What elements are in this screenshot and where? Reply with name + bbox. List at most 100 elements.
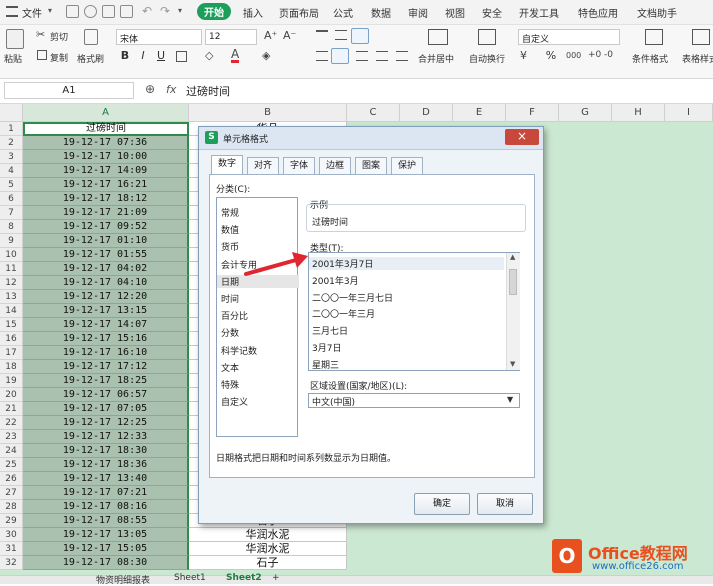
align-bottom-button[interactable] xyxy=(351,28,369,44)
cell-a[interactable]: 19-12-17 10:00 xyxy=(23,150,189,164)
format-painter-icon[interactable] xyxy=(84,29,98,45)
category-item[interactable]: 时间 xyxy=(221,292,239,305)
zoom-icon[interactable]: ⊕ xyxy=(145,82,155,96)
wrap-text-label[interactable]: 自动换行 xyxy=(469,52,505,65)
align-center-button[interactable] xyxy=(331,48,349,64)
row-header[interactable]: 7 xyxy=(0,206,23,220)
paste-label[interactable]: 粘贴 xyxy=(4,52,22,65)
row-header[interactable]: 10 xyxy=(0,248,23,262)
italic-button[interactable]: I xyxy=(136,49,150,63)
chevron-down-icon[interactable]: ▼ xyxy=(507,395,513,404)
type-item[interactable]: 星期三 xyxy=(312,358,339,371)
fill-color-icon[interactable]: ◇ xyxy=(205,49,213,62)
cell-b[interactable]: 华润水泥 xyxy=(189,528,347,542)
undo-history-icon[interactable] xyxy=(84,5,97,18)
cell-a[interactable]: 19-12-17 07:21 xyxy=(23,486,189,500)
print-preview-icon[interactable] xyxy=(120,5,133,18)
row-header[interactable]: 25 xyxy=(0,458,23,472)
cancel-button[interactable]: 取消 xyxy=(477,493,533,515)
align-right-icon[interactable] xyxy=(356,51,368,61)
category-item[interactable]: 百分比 xyxy=(221,309,248,322)
wrap-text-icon[interactable] xyxy=(478,29,496,45)
category-item[interactable]: 数值 xyxy=(221,223,239,236)
font-grow-icon[interactable]: A⁺ xyxy=(264,29,277,42)
row-header[interactable]: 30 xyxy=(0,528,23,542)
tab-alignment[interactable]: 对齐 xyxy=(247,157,279,174)
cell-b[interactable]: 石子 xyxy=(189,556,347,570)
merge-center-label[interactable]: 合并居中 xyxy=(418,52,454,65)
redo-icon[interactable]: ↷ xyxy=(160,4,170,18)
row-header[interactable]: 28 xyxy=(0,500,23,514)
tab-doc-assistant[interactable]: 文档助手 xyxy=(637,5,677,20)
cell-a[interactable]: 19-12-17 07:36 xyxy=(23,136,189,150)
row-header[interactable]: 6 xyxy=(0,192,23,206)
type-item[interactable]: 2001年3月7日 xyxy=(309,257,504,270)
row-header[interactable]: 2 xyxy=(0,136,23,150)
type-scrollbar[interactable]: ▲ ▼ xyxy=(506,253,520,370)
thousands-button[interactable]: 000 xyxy=(566,51,581,60)
category-item[interactable]: 自定义 xyxy=(221,395,248,408)
scroll-up-icon[interactable]: ▲ xyxy=(510,253,515,261)
category-item[interactable]: 分数 xyxy=(221,326,239,339)
currency-icon[interactable]: ¥ xyxy=(520,49,527,62)
sheet-tab-3[interactable]: Sheet2 xyxy=(226,573,262,583)
cell-a[interactable]: 19-12-17 13:05 xyxy=(23,528,189,542)
row-header[interactable]: 19 xyxy=(0,374,23,388)
undo-icon[interactable]: ↶ xyxy=(142,4,152,18)
tab-data[interactable]: 数据 xyxy=(371,5,391,20)
cell-a[interactable]: 过磅时间 xyxy=(23,122,189,136)
cell-a[interactable]: 19-12-17 12:20 xyxy=(23,290,189,304)
copy-icon[interactable] xyxy=(37,50,47,60)
border-icon[interactable] xyxy=(176,51,187,62)
justify-icon[interactable] xyxy=(376,51,388,61)
copy-label[interactable]: 复制 xyxy=(50,51,68,64)
fx-label[interactable]: fx xyxy=(166,83,176,96)
cell-a[interactable]: 19-12-17 13:40 xyxy=(23,472,189,486)
conditional-format-label[interactable]: 条件格式 xyxy=(632,52,668,65)
sheet-tab-1[interactable]: 物资明细报表 xyxy=(96,573,150,586)
align-left-icon[interactable] xyxy=(316,51,328,61)
row-header[interactable]: 17 xyxy=(0,346,23,360)
type-item[interactable]: 2001年3月 xyxy=(312,274,359,287)
table-style-label[interactable]: 表格样式 xyxy=(682,52,713,65)
scroll-down-icon[interactable]: ▼ xyxy=(510,360,515,368)
row-header[interactable]: 1 xyxy=(0,122,23,136)
ok-button[interactable]: 确定 xyxy=(414,493,470,515)
column-header-i[interactable]: I xyxy=(665,104,713,122)
menu-dropdown-icon[interactable]: ▾ xyxy=(48,6,52,15)
row-header[interactable]: 23 xyxy=(0,430,23,444)
font-shrink-icon[interactable]: A⁻ xyxy=(283,29,296,42)
category-item[interactable]: 特殊 xyxy=(221,378,239,391)
conditional-format-icon[interactable] xyxy=(645,29,663,45)
row-header[interactable]: 16 xyxy=(0,332,23,346)
cell-a[interactable]: 19-12-17 01:10 xyxy=(23,234,189,248)
category-list[interactable]: 常规 数值 货币 会计专用 日期 时间 百分比 分数 科学记数 文本 特殊 自定义 xyxy=(216,197,299,437)
dialog-titlebar[interactable]: S 单元格格式 × xyxy=(199,127,543,150)
column-header-b[interactable]: B xyxy=(189,104,347,122)
sheet-tab-2[interactable]: Sheet1 xyxy=(174,573,206,583)
type-item[interactable]: 二〇〇一年三月七日 xyxy=(312,291,393,304)
percent-button[interactable]: % xyxy=(544,49,558,63)
cell-a[interactable]: 19-12-17 14:07 xyxy=(23,318,189,332)
tab-view[interactable]: 视图 xyxy=(445,5,465,20)
row-header[interactable]: 29 xyxy=(0,514,23,528)
increase-decimal-icon[interactable]: +0 xyxy=(588,50,601,60)
column-header-g[interactable]: G xyxy=(559,104,612,122)
category-item[interactable]: 常规 xyxy=(221,206,239,219)
row-header[interactable]: 20 xyxy=(0,388,23,402)
table-style-icon[interactable] xyxy=(692,29,710,45)
font-color-icon[interactable]: A xyxy=(231,48,240,63)
underline-button[interactable]: U xyxy=(154,49,168,63)
tab-special[interactable]: 特色应用 xyxy=(578,5,618,20)
cell-a[interactable]: 19-12-17 16:21 xyxy=(23,178,189,192)
column-header-f[interactable]: F xyxy=(506,104,559,122)
row-header[interactable]: 21 xyxy=(0,402,23,416)
align-top-icon[interactable] xyxy=(316,30,328,40)
category-item[interactable]: 科学记数 xyxy=(221,344,257,357)
tab-font[interactable]: 字体 xyxy=(283,157,315,174)
column-header-e[interactable]: E xyxy=(453,104,506,122)
tab-developer[interactable]: 开发工具 xyxy=(519,5,559,20)
type-item[interactable]: 3月7日 xyxy=(312,341,341,354)
tab-home[interactable]: 开始 xyxy=(197,3,231,20)
cell-a[interactable]: 19-12-17 08:55 xyxy=(23,514,189,528)
